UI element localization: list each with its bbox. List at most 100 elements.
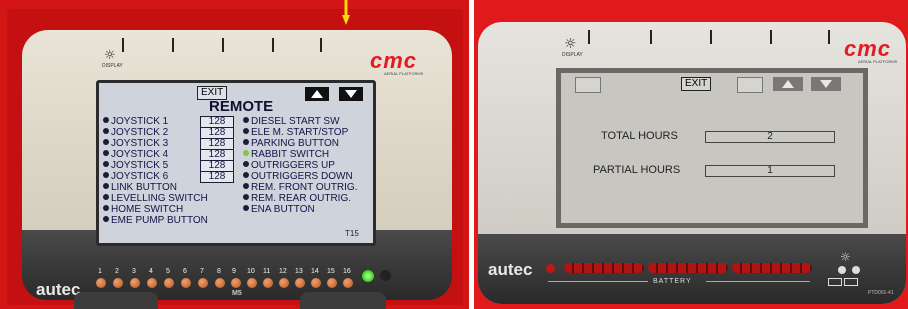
parking-button-status: PARKING BUTTON	[243, 138, 339, 149]
brightness-icon[interactable]: ☼	[104, 48, 116, 63]
scale-tick	[588, 30, 590, 44]
led-number: 6	[183, 268, 187, 275]
led-number: 3	[132, 268, 136, 275]
scale-tick	[272, 38, 274, 52]
rem-front-outrig-status: REM. FRONT OUTRIG.	[243, 182, 357, 193]
led-light	[130, 278, 140, 288]
led-light	[343, 278, 353, 288]
right-photo: ☼ DISPLAY cmc AERIAL PLATFORMS EXIT TOTA…	[474, 0, 908, 309]
status-dot-icon	[243, 139, 249, 145]
led-light	[198, 278, 208, 288]
scroll-up-button[interactable]	[773, 77, 803, 91]
autec-brand: autec	[488, 260, 533, 279]
led-number: 4	[149, 268, 153, 275]
indicator-led	[852, 266, 860, 274]
battery-label: BATTERY	[653, 278, 692, 285]
notes-icon[interactable]	[737, 77, 763, 93]
led-number: 5	[166, 268, 170, 275]
status-dot-icon	[243, 161, 249, 167]
display-label: DISPLAY	[562, 52, 583, 58]
joystick-6-label: JOYSTICK 6	[103, 171, 168, 182]
led-light	[247, 278, 257, 288]
status-dot-icon	[243, 172, 249, 178]
led-number: 10	[247, 268, 255, 275]
led-number: 1	[98, 268, 102, 275]
down-arrow-icon	[342, 0, 350, 25]
power-on-led	[362, 270, 374, 282]
status-dot-icon	[103, 183, 109, 189]
partial-hours-label: PARTIAL HOURS	[593, 164, 681, 176]
status-dot-icon	[243, 194, 249, 200]
brightness-indicator-icon: ☼	[840, 250, 851, 264]
scroll-up-button[interactable]	[305, 87, 329, 101]
status-dot-icon	[243, 183, 249, 189]
ena-button-status: ENA BUTTON	[243, 204, 315, 215]
bottom-label: M5	[232, 290, 242, 297]
status-dot-icon	[243, 205, 249, 211]
status-led	[380, 270, 391, 281]
active-dot-icon	[243, 150, 249, 156]
page-code: T15	[345, 229, 359, 238]
divider	[706, 281, 810, 282]
led-number: 9	[232, 268, 236, 275]
led-number: 12	[279, 268, 287, 275]
divider	[548, 281, 648, 282]
led-light	[279, 278, 289, 288]
screen-title: REMOTE	[209, 98, 274, 115]
status-dot-icon	[103, 139, 109, 145]
led-light	[181, 278, 191, 288]
led-light	[147, 278, 157, 288]
screenshot-stage: ☼ DISPLAY cmc AERIAL PLATFORMS autec M5 …	[0, 0, 908, 309]
total-hours-label: TOTAL HOURS	[601, 130, 678, 142]
right-remote-device: ☼ DISPLAY cmc AERIAL PLATFORMS EXIT TOTA…	[478, 22, 906, 304]
scroll-down-button[interactable]	[339, 87, 363, 101]
status-dot-icon	[103, 161, 109, 167]
scale-tick	[172, 38, 174, 52]
scale-tick	[122, 38, 124, 52]
diesel-start-status: DIESEL START SW	[243, 116, 340, 127]
remote-lcd-screen: EXIT REMOTE JOYSTICK 1 128 JOYSTICK 2 12…	[96, 80, 376, 246]
scale-tick	[320, 38, 322, 52]
led-light	[295, 278, 305, 288]
outriggers-up-status: OUTRIGGERS UP	[243, 160, 335, 171]
joystick-6-value: 128	[200, 171, 234, 183]
scale-tick	[222, 38, 224, 52]
battery-segment	[732, 263, 812, 273]
levelling-switch-status: LEVELLING SWITCH	[103, 193, 208, 204]
joystick-1-label: JOYSTICK 1	[103, 116, 168, 127]
model-code: PTD001-41	[868, 290, 894, 296]
display-label: DISPLAY	[102, 63, 123, 69]
status-dot-icon	[103, 117, 109, 123]
led-light	[263, 278, 273, 288]
led-light	[311, 278, 321, 288]
notes-icon[interactable]	[575, 77, 601, 93]
scroll-down-button[interactable]	[811, 77, 841, 91]
ele-start-stop-status: ELE M. START/STOP	[243, 127, 348, 138]
hours-lcd-screen: EXIT TOTAL HOURS 2 PARTIAL HOURS 1	[556, 68, 868, 228]
led-number: 7	[200, 268, 204, 275]
led-light	[113, 278, 123, 288]
status-dot-icon	[103, 128, 109, 134]
battery-segment	[648, 263, 728, 273]
total-hours-value: 2	[705, 131, 835, 143]
status-dot-icon	[243, 117, 249, 123]
led-light	[215, 278, 225, 288]
led-light	[231, 278, 241, 288]
joystick-knob-left[interactable]	[74, 292, 158, 309]
joystick-5-label: JOYSTICK 5	[103, 160, 168, 171]
led-light	[96, 278, 106, 288]
rabbit-switch-status: RABBIT SWITCH	[243, 149, 329, 160]
status-dot-icon	[103, 150, 109, 156]
cmc-logo-subtitle: AERIAL PLATFORMS	[858, 59, 898, 64]
status-dot-icon	[103, 205, 109, 211]
status-dot-icon	[103, 172, 109, 178]
scale-tick	[770, 30, 772, 44]
exit-button[interactable]: EXIT	[681, 77, 712, 91]
indicator-led	[838, 266, 846, 274]
scale-tick	[710, 30, 712, 44]
battery-led	[546, 264, 555, 273]
led-number: 2	[115, 268, 119, 275]
joystick-knob-right[interactable]	[300, 292, 386, 309]
rem-rear-outrig-status: REM. REAR OUTRIG.	[243, 193, 351, 204]
brightness-icon[interactable]: ☼	[564, 36, 577, 52]
